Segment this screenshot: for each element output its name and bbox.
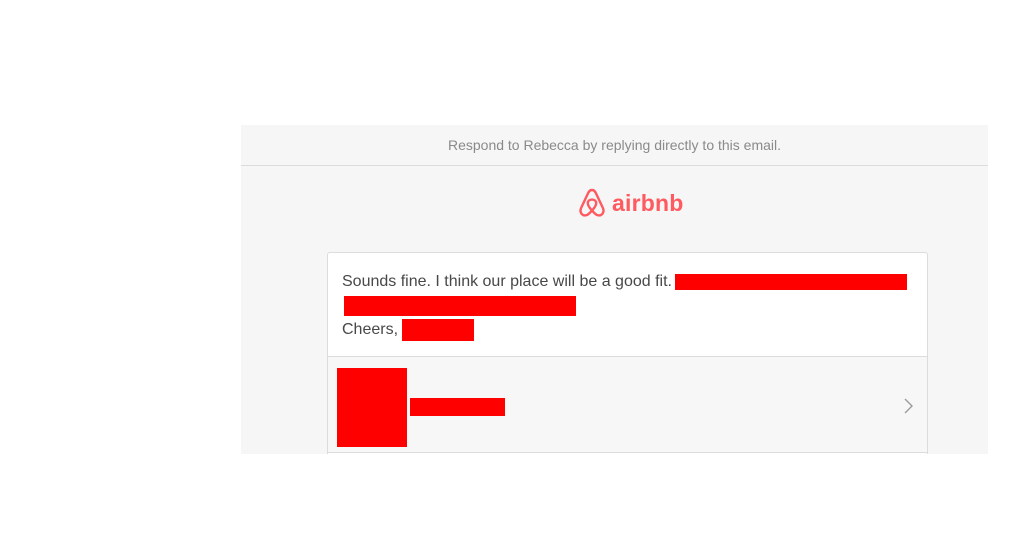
- chevron-right-icon[interactable]: [901, 397, 915, 415]
- redaction-block: [674, 273, 907, 290]
- message-card: Sounds fine. I think our place will be a…: [327, 252, 928, 454]
- email-panel: Respond to Rebecca by replying directly …: [241, 125, 988, 454]
- respond-bar: Respond to Rebecca by replying directly …: [241, 125, 988, 166]
- avatar[interactable]: [337, 368, 407, 447]
- message-line-2: [344, 294, 913, 318]
- redaction-block: [344, 296, 576, 316]
- sender-profile-row[interactable]: [328, 357, 927, 453]
- sender-name-redaction: [410, 398, 505, 416]
- respond-text: Respond to Rebecca by replying directly …: [447, 137, 782, 153]
- message-signoff-line: Cheers,: [342, 318, 913, 342]
- message-line-1: Sounds fine. I think our place will be a…: [342, 270, 913, 294]
- airbnb-logo[interactable]: airbnb: [576, 187, 683, 219]
- redaction-block: [402, 318, 475, 341]
- signoff-text: Cheers,: [342, 321, 399, 338]
- message-body: Sounds fine. I think our place will be a…: [328, 253, 927, 357]
- airbnb-belo-icon: [579, 188, 605, 217]
- airbnb-wordmark: airbnb: [612, 189, 684, 216]
- message-text: Sounds fine. I think our place will be a…: [342, 273, 672, 290]
